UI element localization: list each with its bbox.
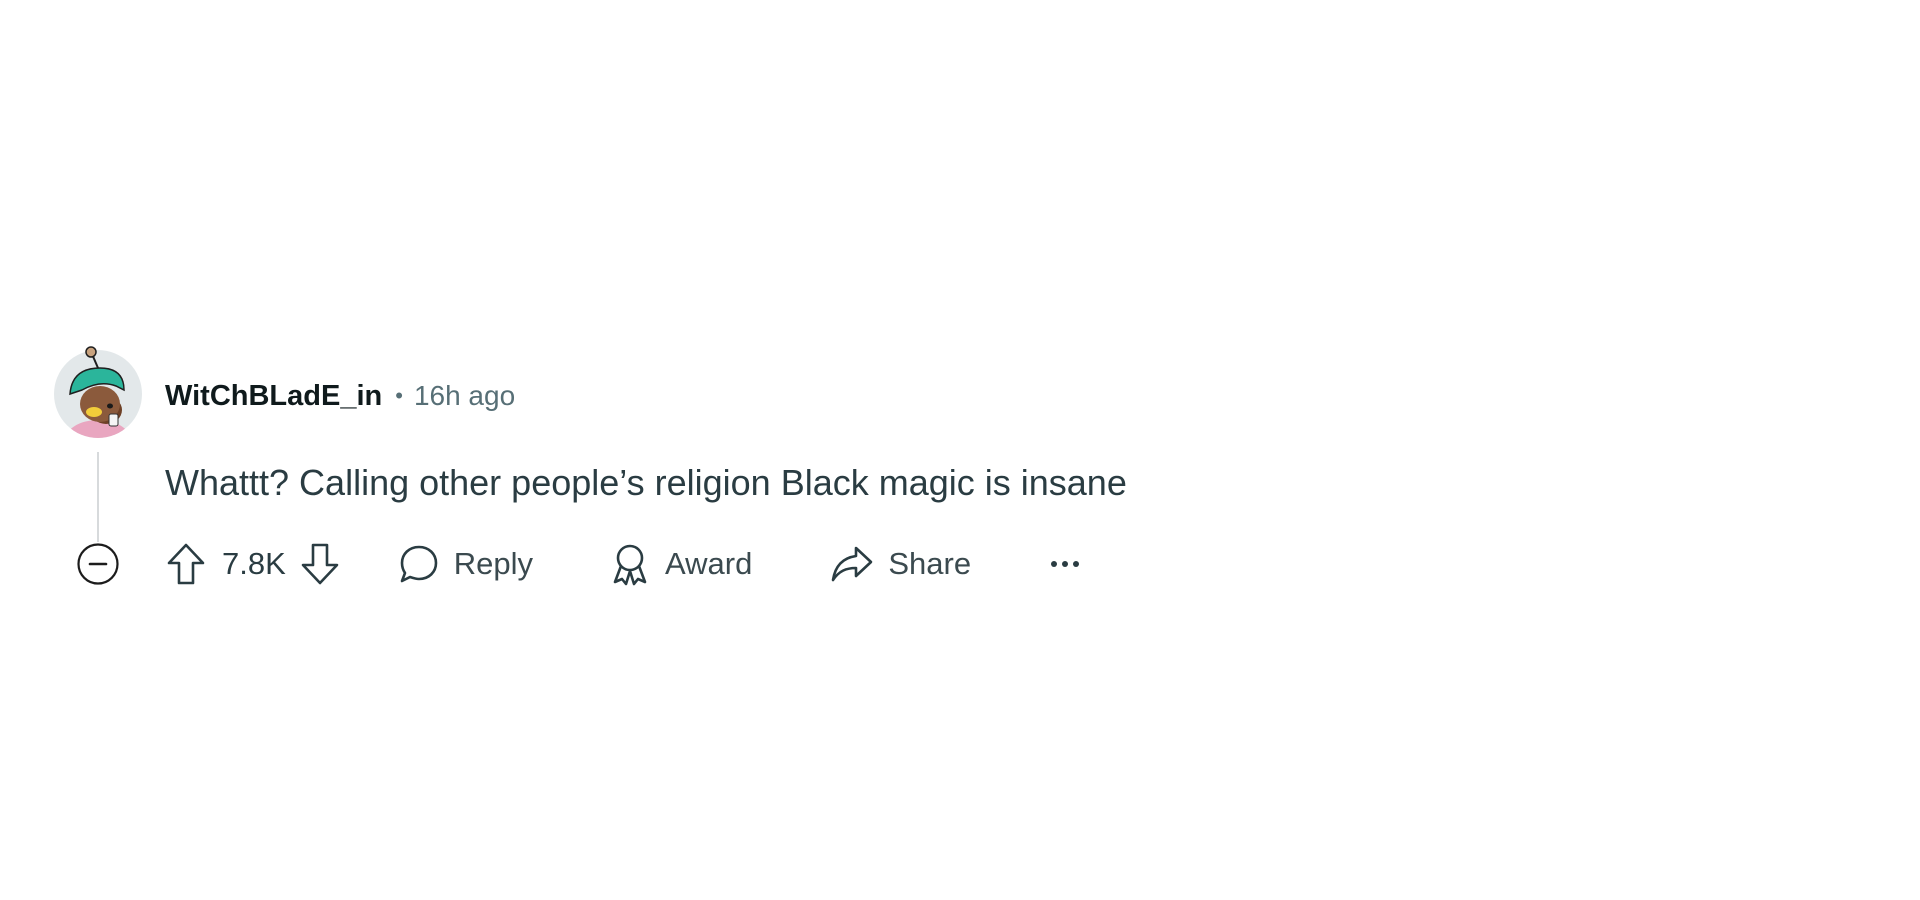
- award-ribbon-icon: [613, 544, 647, 586]
- comment-actions: 7.8K Reply Award Share: [162, 536, 1085, 592]
- share-label: Share: [888, 546, 972, 581]
- more-options-button[interactable]: [1045, 538, 1085, 590]
- author-username[interactable]: WitChBLadE_in: [165, 380, 382, 413]
- ellipsis-icon: [1051, 561, 1080, 567]
- award-label: Award: [665, 546, 753, 581]
- share-button[interactable]: Share: [830, 538, 971, 590]
- collapse-button[interactable]: [76, 542, 120, 586]
- reply-label: Reply: [453, 546, 534, 581]
- upvote-button[interactable]: [162, 538, 210, 590]
- share-arrow-icon: [832, 546, 873, 582]
- speech-bubble-icon: [400, 545, 438, 583]
- upvote-arrow-icon: [167, 543, 205, 585]
- thread-line[interactable]: [97, 452, 99, 552]
- downvote-button[interactable]: [296, 538, 344, 590]
- meta-separator: •: [395, 383, 403, 408]
- comment: WitChBLadE_in • 16h ago Whattt? Calling …: [54, 346, 1354, 606]
- downvote-arrow-icon: [301, 543, 339, 585]
- vote-score: 7.8K: [222, 546, 286, 581]
- comment-body: Whattt? Calling other people’s religion …: [165, 462, 1127, 503]
- vote-control: 7.8K: [162, 538, 344, 590]
- reply-button[interactable]: Reply: [398, 538, 533, 590]
- comment-timestamp[interactable]: 16h ago: [414, 380, 515, 412]
- award-button[interactable]: Award: [609, 538, 752, 590]
- snoo-avatar-icon: [54, 346, 142, 438]
- collapse-minus-icon: [77, 543, 119, 585]
- avatar[interactable]: [54, 346, 142, 438]
- comment-meta: WitChBLadE_in • 16h ago: [165, 376, 515, 416]
- page: WitChBLadE_in • 16h ago Whattt? Calling …: [0, 0, 1920, 900]
